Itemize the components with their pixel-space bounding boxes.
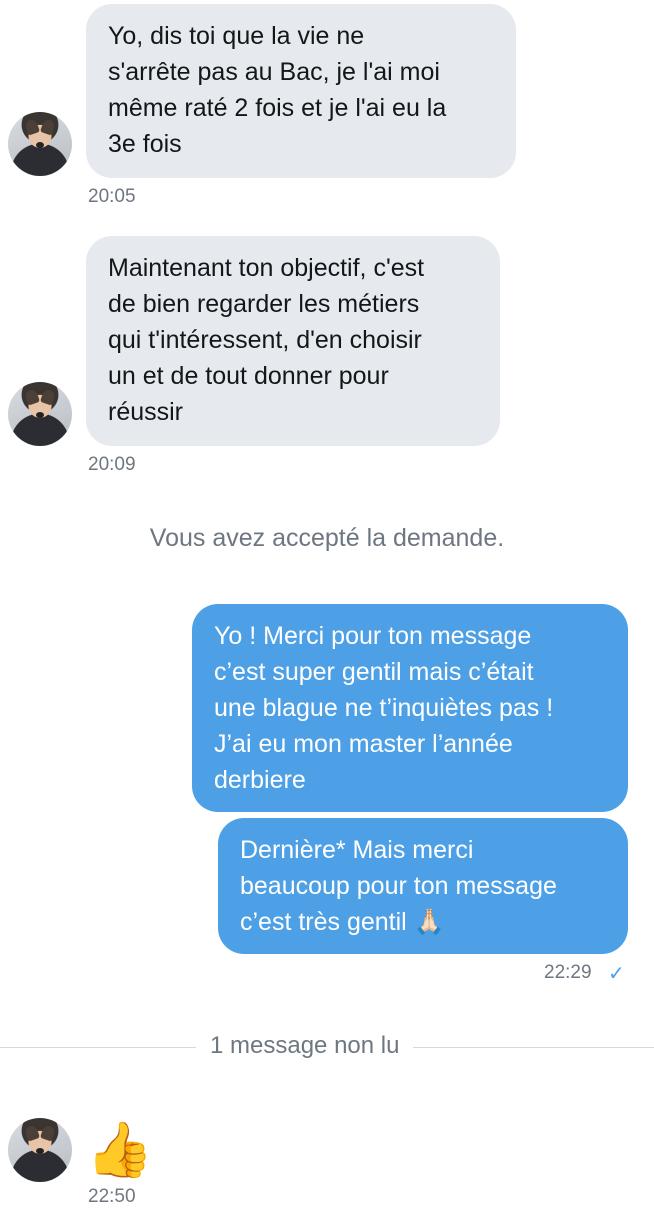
sender-avatar[interactable] bbox=[8, 1118, 72, 1182]
message-timestamp: 22:50 bbox=[88, 1186, 136, 1207]
message-timestamp: 20:09 bbox=[88, 454, 136, 475]
avatar-nose bbox=[36, 1148, 44, 1154]
unread-divider-label: 1 message non lu bbox=[196, 1032, 414, 1060]
incoming-message-bubble[interactable]: Yo, dis toi que la vie ne s'arrête pas a… bbox=[86, 4, 516, 178]
incoming-message-bubble[interactable]: Maintenant ton objectif, c'est de bien r… bbox=[86, 236, 500, 446]
avatar-ear bbox=[39, 1124, 57, 1142]
avatar-ear bbox=[23, 388, 41, 406]
avatar-ear bbox=[23, 118, 41, 136]
avatar-ear bbox=[39, 118, 57, 136]
avatar-nose bbox=[36, 412, 44, 418]
avatar-ear bbox=[23, 1124, 41, 1142]
message-timestamp: 20:05 bbox=[88, 186, 136, 207]
read-check-icon: ✓ bbox=[608, 963, 625, 985]
sender-avatar[interactable] bbox=[8, 112, 72, 176]
avatar-nose bbox=[36, 142, 44, 148]
thumbs-up-emoji-message[interactable]: 👍 bbox=[86, 1118, 153, 1182]
system-notice: Vous avez accepté la demande. bbox=[149, 524, 505, 552]
message-timestamp: 22:29 bbox=[544, 962, 592, 983]
sender-avatar[interactable] bbox=[8, 382, 72, 446]
outgoing-message-bubble[interactable]: Yo ! Merci pour ton message c’est super … bbox=[192, 604, 628, 812]
avatar-ear bbox=[39, 388, 57, 406]
outgoing-message-bubble[interactable]: Dernière* Mais merci beaucoup pour ton m… bbox=[218, 818, 628, 954]
